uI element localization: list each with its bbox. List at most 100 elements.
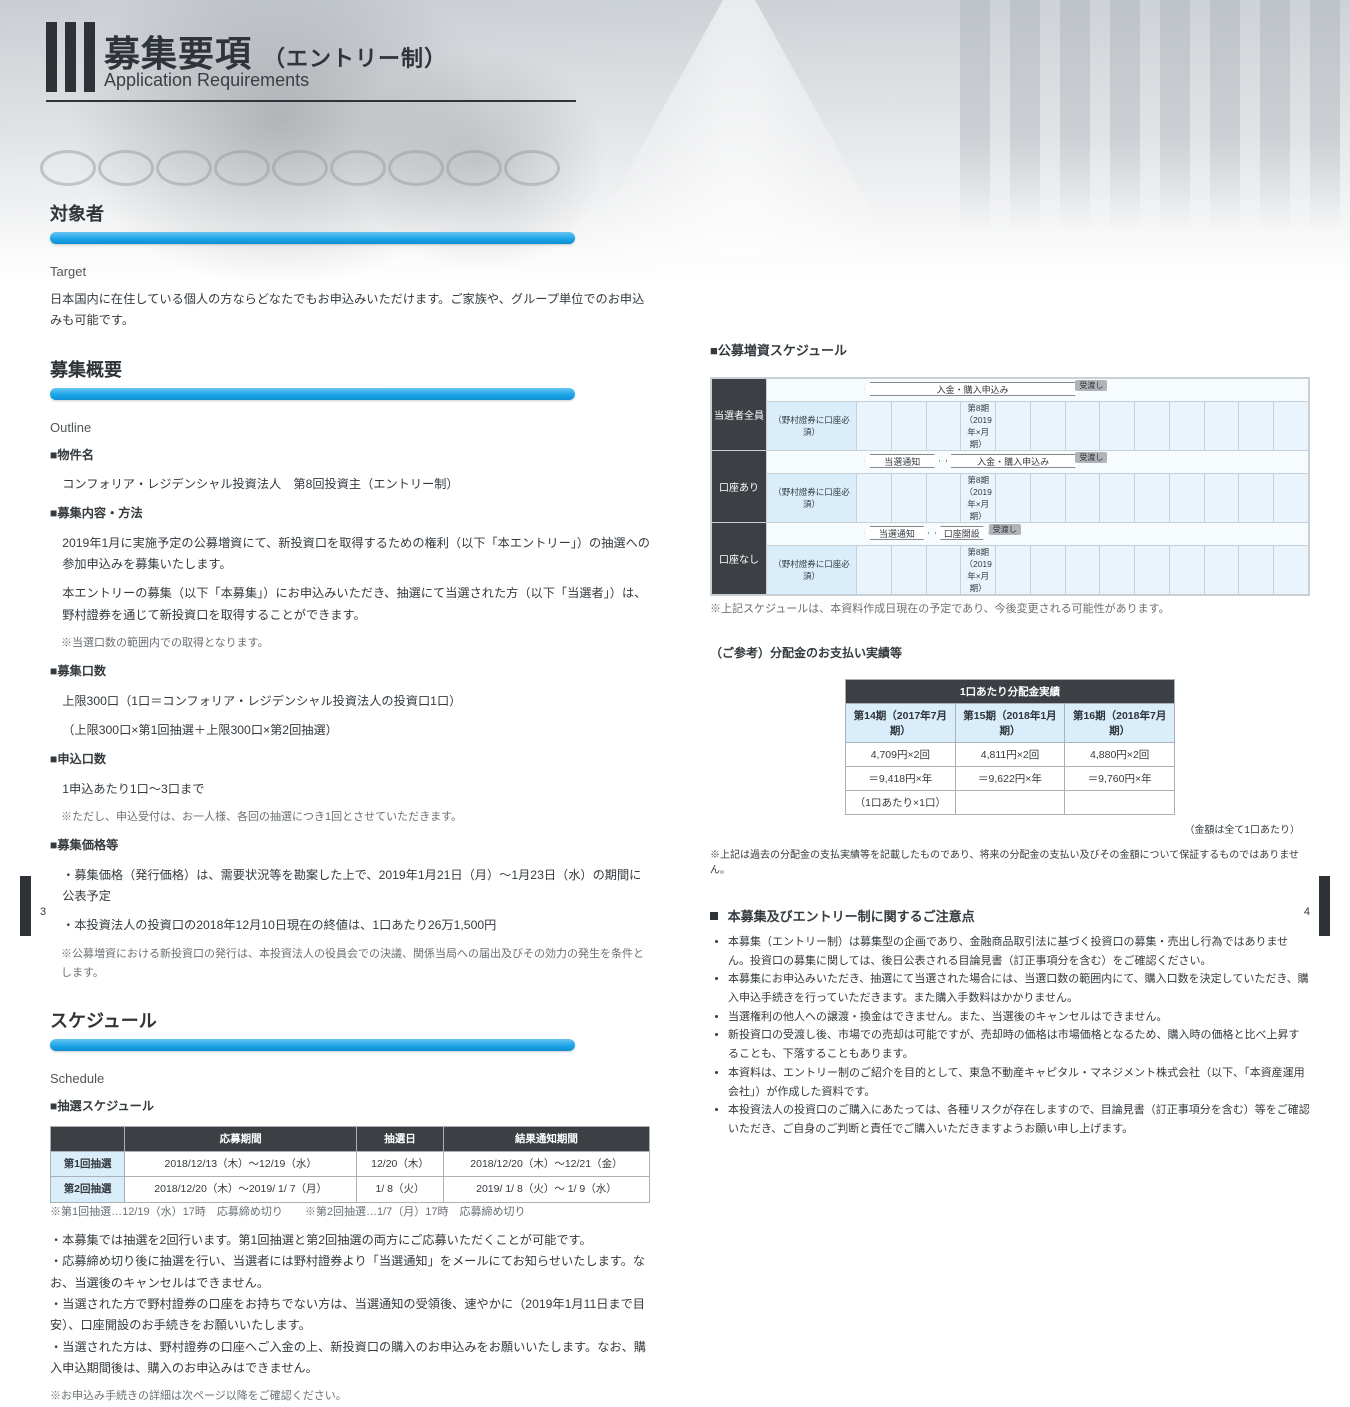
label-property: ■物件名: [50, 448, 94, 462]
gantt-cell: [926, 474, 961, 523]
gantt-cell: [891, 402, 926, 451]
pill-divider: [50, 1039, 575, 1051]
pay-r1c1: 4,811円×2回: [955, 743, 1065, 767]
gantt-cell: [1030, 546, 1065, 595]
th-period: 応募期間: [125, 1126, 357, 1151]
text-method-2: 本エントリーの募集（以下「本募集」）にお申込みいただき、抽選にて当選された方（以…: [50, 583, 650, 626]
label-method: ■募集内容・方法: [50, 506, 143, 520]
label-units: ■募集口数: [50, 664, 106, 678]
gantt-sublabel: （野村證券に口座必須）: [767, 402, 857, 451]
pay-r1c2: 4,880円×2回: [1065, 743, 1175, 767]
r2c0: 第2回抽選: [51, 1177, 125, 1202]
schedule-body: ・本募集では抽選を2回行います。第1回抽選と第2回抽選の両方にご応募いただくこと…: [50, 1230, 650, 1379]
gantt-track: 当選通知入金・購入申込み受渡し: [767, 451, 1309, 474]
gantt-cell: [857, 402, 892, 451]
label-lottery: ■抽選スケジュール: [50, 1099, 154, 1113]
sec-outline-heading: 募集概要: [50, 356, 650, 382]
pay-r2c1: ＝9,622円×年: [955, 767, 1065, 791]
gantt-sublabel: （野村證券に口座必須）: [767, 546, 857, 595]
schedule-nextpage: ※お申込み手続きの詳細は次ページ以降をご確認ください。: [50, 1387, 650, 1406]
pay-note-0: ※上記は過去の分配金の支払実績等を記載したものであり、将来の分配金の支払い及びそ…: [710, 846, 1310, 876]
caveat-5: 本投資法人の投資口のご購入にあたっては、各種リスクが存在しますので、目論見書（訂…: [728, 1101, 1310, 1138]
gantt-cell: [1030, 402, 1065, 451]
square-bullet-icon: [710, 912, 718, 920]
gantt-cell: [891, 474, 926, 523]
gantt-note: ※上記スケジュールは、本資料作成日現在の予定であり、今後変更される可能性がありま…: [710, 600, 1310, 616]
gantt-cell: [857, 546, 892, 595]
pay-h0: 第14期（2017年7月期）: [846, 704, 956, 743]
val-apply-note: ※ただし、申込受付は、お一人様、各回の抽選につき1回とさせていただきます。: [50, 808, 650, 827]
gantt-cell: [1239, 402, 1274, 451]
th-draw: 抽選日: [357, 1126, 444, 1151]
gantt-cell: 第8期（2019年×月期）: [961, 474, 996, 523]
lottery-table: 応募期間 抽選日 結果通知期間 第1回抽選 2018/12/13（木）〜12/1…: [50, 1126, 650, 1203]
gantt-phase: 入金・購入申込み: [864, 382, 1080, 396]
gantt-cell: [926, 546, 961, 595]
gantt-cell: [996, 474, 1031, 523]
sec-schedule-en: Schedule: [50, 1071, 650, 1086]
gantt-phase: 口座開設: [935, 526, 989, 540]
gantt-sublabel: （野村證券に口座必須）: [767, 474, 857, 523]
pay-r3c1: [955, 791, 1065, 815]
r1c0: 第1回抽選: [51, 1151, 125, 1176]
gantt-row-label: 口座あり: [712, 451, 767, 523]
gantt-phase: 当選通知: [864, 454, 940, 468]
gantt-phase: 当選通知: [864, 526, 929, 540]
gantt-cell: [1100, 474, 1135, 523]
gantt-cell: [1169, 474, 1204, 523]
pay-h2: 第16期（2018年7月期）: [1065, 704, 1175, 743]
pay-r2c0: ＝9,418円×年: [846, 767, 956, 791]
gantt-cell: [1135, 546, 1170, 595]
footer-bar-left: [20, 876, 31, 936]
gantt-cell: 第8期（2019年×月期）: [961, 402, 996, 451]
pay-r3c2: [1065, 791, 1175, 815]
pay-foot: （金額は全て1口あたり）: [710, 821, 1310, 836]
val-price-note: ※公募増資における新投資口の発行は、本投資法人の役員会での決議、関係当局への届出…: [50, 945, 650, 984]
pill-divider: [50, 232, 575, 244]
pay-r2c2: ＝9,760円×年: [1065, 767, 1175, 791]
pay-r3c0: （1口あたり×1口）: [846, 791, 956, 815]
gantt-row-label: 口座なし: [712, 523, 767, 595]
left-column: 対象者 Target 日本国内に在住している個人の方ならどなたでもお申込みいただ…: [50, 200, 650, 904]
label-apply: ■申込口数: [50, 752, 106, 766]
footer-bar-right: [1319, 876, 1330, 936]
val-property: コンフォリア・レジデンシャル投資法人 第8回投資主（エントリー制）: [50, 474, 650, 495]
r1c2: 12/20（木）: [357, 1151, 444, 1176]
gantt-cell: [1135, 474, 1170, 523]
caveat-heading: 本募集及びエントリー制に関するご注意点: [728, 909, 975, 924]
sec-target-en: Target: [50, 264, 650, 279]
gantt-cell: [1239, 546, 1274, 595]
gantt-chart: 当選者全員入金・購入申込み受渡し（野村證券に口座必須）第8期（2019年×月期）…: [710, 377, 1310, 596]
gantt-row-label: 当選者全員: [712, 379, 767, 451]
sec-outline-en: Outline: [50, 420, 650, 435]
right-column: ■公募増資スケジュール 当選者全員入金・購入申込み受渡し（野村證券に口座必須）第…: [710, 200, 1310, 904]
gantt-cell: [1065, 474, 1100, 523]
gantt-track: 当選通知口座開設受渡し: [767, 523, 1309, 546]
gantt-cell: [1065, 402, 1100, 451]
caveat-3: 新投資口の受渡し後、市場での売却は可能ですが、売却時の価格は市場価格となるため、…: [728, 1026, 1310, 1063]
gantt-tag: 受渡し: [989, 524, 1021, 535]
caveat-4: 本資料は、エントリー制のご紹介を目的として、東急不動産キャピタル・マネジメント株…: [728, 1064, 1310, 1101]
gantt-cell: [1100, 402, 1135, 451]
gantt-tag: 受渡し: [1075, 380, 1107, 391]
pay-title: （ご参考）分配金のお支払い実績等: [710, 644, 1310, 661]
sec-schedule-heading: スケジュール: [50, 1007, 650, 1033]
gantt-cell: [1204, 546, 1239, 595]
gantt-cell: [1204, 402, 1239, 451]
val-price-2: ・本投資法人の投資口の2018年12月10日現在の終値は、1口あたり26万1,5…: [50, 915, 650, 936]
r2c3: 2019/ 1/ 8（火）〜 1/ 9（水）: [443, 1177, 649, 1202]
val-units-2: （上限300口×第1回抽選＋上限300口×第2回抽選）: [50, 720, 650, 741]
gantt-cell: [1274, 474, 1309, 523]
pay-h1: 第15期（2018年1月期）: [955, 704, 1065, 743]
val-apply: 1申込あたり1口〜3口まで: [50, 779, 650, 800]
caveat-1: 本募集にお申込みいただき、抽選にて当選された場合には、当選口数の範囲内にて、購入…: [728, 970, 1310, 1007]
payments-table: 1口あたり分配金実績 第14期（2017年7月期） 第15期（2018年1月期）…: [845, 679, 1175, 815]
gantt-cell: [996, 402, 1031, 451]
th-notify: 結果通知期間: [443, 1126, 649, 1151]
gantt-cell: [1274, 546, 1309, 595]
pill-divider: [50, 388, 575, 400]
caveat-list: 本募集（エントリー制）は募集型の企画であり、金融商品取引法に基づく投資口の募集・…: [710, 933, 1310, 1139]
gantt-cell: [857, 474, 892, 523]
gantt-cell: [1100, 546, 1135, 595]
gantt-cell: [891, 546, 926, 595]
